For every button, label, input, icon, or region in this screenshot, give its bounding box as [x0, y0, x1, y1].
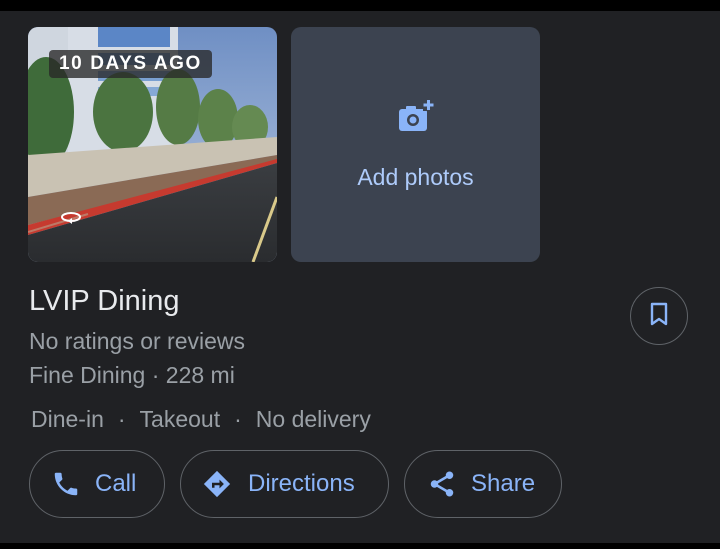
share-button[interactable]: Share: [404, 450, 562, 518]
directions-button[interactable]: Directions: [180, 450, 389, 518]
call-button[interactable]: Call: [29, 450, 165, 518]
service-delivery: No delivery: [255, 406, 371, 432]
rating-summary: No ratings or reviews: [29, 328, 246, 354]
place-photo-thumbnail[interactable]: 10 DAYS AGO: [28, 27, 277, 262]
place-distance: 228 mi: [165, 362, 235, 388]
add-photos-button[interactable]: Add photos: [291, 27, 540, 262]
separator: ·: [145, 362, 166, 388]
share-label: Share: [471, 470, 536, 497]
save-button[interactable]: [630, 287, 688, 345]
directions-icon: [202, 469, 232, 499]
add-photo-camera-icon: [397, 99, 435, 140]
service-separator: ·: [117, 406, 126, 432]
service-dine-in: Dine-in: [31, 406, 104, 432]
status-bar-edge: [0, 0, 720, 11]
service-options: Dine-in · Takeout · No delivery: [31, 406, 371, 433]
add-photos-label: Add photos: [357, 164, 474, 190]
share-icon: [427, 469, 457, 499]
photo-age-badge: 10 DAYS AGO: [49, 50, 212, 78]
service-separator: ·: [234, 406, 242, 432]
place-title: LVIP Dining: [29, 285, 180, 317]
bookmark-icon: [649, 302, 669, 331]
phone-icon: [51, 469, 81, 499]
service-takeout: Takeout: [139, 406, 221, 432]
category-distance-line: Fine Dining · 228 mi: [29, 362, 235, 389]
street-view-360-icon: [58, 211, 84, 225]
place-category: Fine Dining: [29, 362, 146, 388]
bottom-edge: [0, 543, 720, 549]
call-label: Call: [95, 470, 137, 497]
directions-label: Directions: [248, 470, 355, 497]
